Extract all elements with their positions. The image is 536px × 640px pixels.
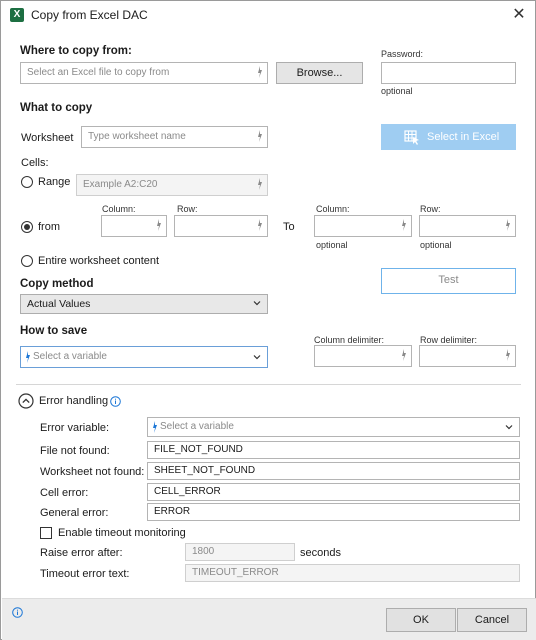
excel-file-placeholder: Select an Excel file to copy from: [27, 67, 170, 78]
window-title: Copy from Excel DAC: [31, 8, 148, 22]
to-row-label: Row:: [420, 204, 441, 214]
cell-error-label: Cell error:: [40, 487, 89, 499]
column-delimiter-input[interactable]: [314, 345, 412, 367]
worksheet-input[interactable]: Type worksheet name: [81, 126, 268, 148]
raise-after-label: Raise error after:: [40, 547, 123, 559]
excel-app-icon: X: [10, 8, 24, 22]
entire-worksheet-label: Entire worksheet content: [38, 255, 160, 267]
save-variable-placeholder: Select a variable: [33, 351, 107, 362]
to-row-input[interactable]: [419, 215, 516, 237]
timeout-monitoring-label: Enable timeout monitoring: [58, 527, 186, 539]
worksheet-not-found-input[interactable]: SHEET_NOT_FOUND: [147, 462, 520, 480]
range-radio[interactable]: [21, 176, 33, 188]
password-label: Password:: [381, 49, 424, 59]
excel-grid-icon: [404, 130, 419, 145]
timeout-text-label: Timeout error text:: [40, 568, 130, 580]
worksheet-placeholder: Type worksheet name: [88, 131, 186, 142]
timeout-monitoring-checkbox[interactable]: [40, 527, 52, 539]
variable-icon: [153, 421, 157, 433]
variable-icon[interactable]: [156, 219, 162, 231]
cell-error-input[interactable]: CELL_ERROR: [147, 483, 520, 501]
variable-icon[interactable]: [257, 130, 263, 142]
browse-button[interactable]: Browse...: [276, 62, 363, 84]
timeout-text-input[interactable]: TIMEOUT_ERROR: [185, 564, 520, 582]
from-row-label: Row:: [177, 204, 198, 214]
chevron-down-icon: [253, 301, 261, 306]
variable-icon[interactable]: [505, 219, 511, 231]
cells-label: Cells:: [21, 157, 49, 169]
range-input[interactable]: Example A2:C20: [76, 174, 268, 196]
range-placeholder: Example A2:C20: [83, 179, 158, 190]
section-divider: [16, 384, 521, 385]
entire-worksheet-radio[interactable]: [21, 255, 33, 267]
variable-icon[interactable]: [401, 349, 407, 361]
test-button[interactable]: Test: [381, 268, 516, 294]
worksheet-label: Worksheet: [21, 132, 74, 144]
to-label: To: [283, 221, 295, 233]
to-column-input[interactable]: [314, 215, 412, 237]
dialog-footer: OK Cancel: [2, 598, 536, 640]
range-label: Range: [38, 176, 71, 188]
select-in-excel-button[interactable]: Select in Excel: [381, 124, 516, 150]
close-icon[interactable]: ✕: [509, 5, 529, 25]
info-icon[interactable]: [12, 607, 23, 618]
row-delimiter-label: Row delimiter:: [420, 335, 478, 345]
error-variable-label: Error variable:: [40, 422, 110, 434]
from-column-input[interactable]: [101, 215, 167, 237]
password-input[interactable]: [381, 62, 516, 84]
chevron-down-icon: [505, 425, 513, 430]
how-to-save-heading: How to save: [20, 325, 88, 337]
to-column-label: Column:: [316, 204, 350, 214]
copy-method-heading: Copy method: [20, 278, 94, 290]
file-not-found-input[interactable]: FILE_NOT_FOUND: [147, 441, 520, 459]
copy-method-value: Actual Values: [27, 298, 91, 310]
variable-icon[interactable]: [505, 349, 511, 361]
ok-button[interactable]: OK: [386, 608, 456, 632]
variable-icon[interactable]: [257, 66, 263, 78]
to-row-optional: optional: [420, 240, 452, 250]
row-delimiter-input[interactable]: [419, 345, 516, 367]
variable-icon[interactable]: [257, 219, 263, 231]
general-error-input[interactable]: ERROR: [147, 503, 520, 521]
error-variable-select[interactable]: Select a variable: [147, 417, 520, 437]
error-handling-heading: Error handling: [39, 395, 109, 407]
from-column-label: Column:: [102, 204, 136, 214]
info-icon[interactable]: [110, 396, 121, 407]
to-column-optional: optional: [316, 240, 348, 250]
seconds-label: seconds: [300, 547, 341, 559]
excel-file-input[interactable]: Select an Excel file to copy from: [20, 62, 268, 84]
raise-after-input[interactable]: 1800: [185, 543, 295, 561]
general-error-label: General error:: [40, 507, 109, 519]
variable-icon[interactable]: [257, 178, 263, 190]
file-not-found-label: File not found:: [40, 445, 110, 457]
error-variable-placeholder: Select a variable: [160, 421, 234, 432]
copy-method-select[interactable]: Actual Values: [20, 294, 268, 314]
dialog-window: X Copy from Excel DAC ✕ Where to copy fr…: [0, 0, 536, 640]
password-optional: optional: [381, 86, 413, 96]
chevron-down-icon: [253, 355, 261, 360]
save-variable-select[interactable]: Select a variable: [20, 346, 268, 368]
from-radio[interactable]: [21, 221, 33, 233]
variable-icon[interactable]: [401, 219, 407, 231]
from-row-input[interactable]: [174, 215, 268, 237]
column-delimiter-label: Column delimiter:: [314, 335, 385, 345]
worksheet-not-found-label: Worksheet not found:: [40, 466, 145, 478]
where-heading: Where to copy from:: [20, 45, 132, 57]
select-in-excel-label: Select in Excel: [427, 131, 500, 143]
from-label: from: [38, 221, 60, 233]
variable-icon: [26, 351, 30, 363]
cancel-button[interactable]: Cancel: [457, 608, 527, 632]
title-bar: X Copy from Excel DAC ✕: [1, 1, 535, 29]
collapse-toggle-icon[interactable]: [18, 393, 34, 409]
what-heading: What to copy: [20, 102, 93, 114]
